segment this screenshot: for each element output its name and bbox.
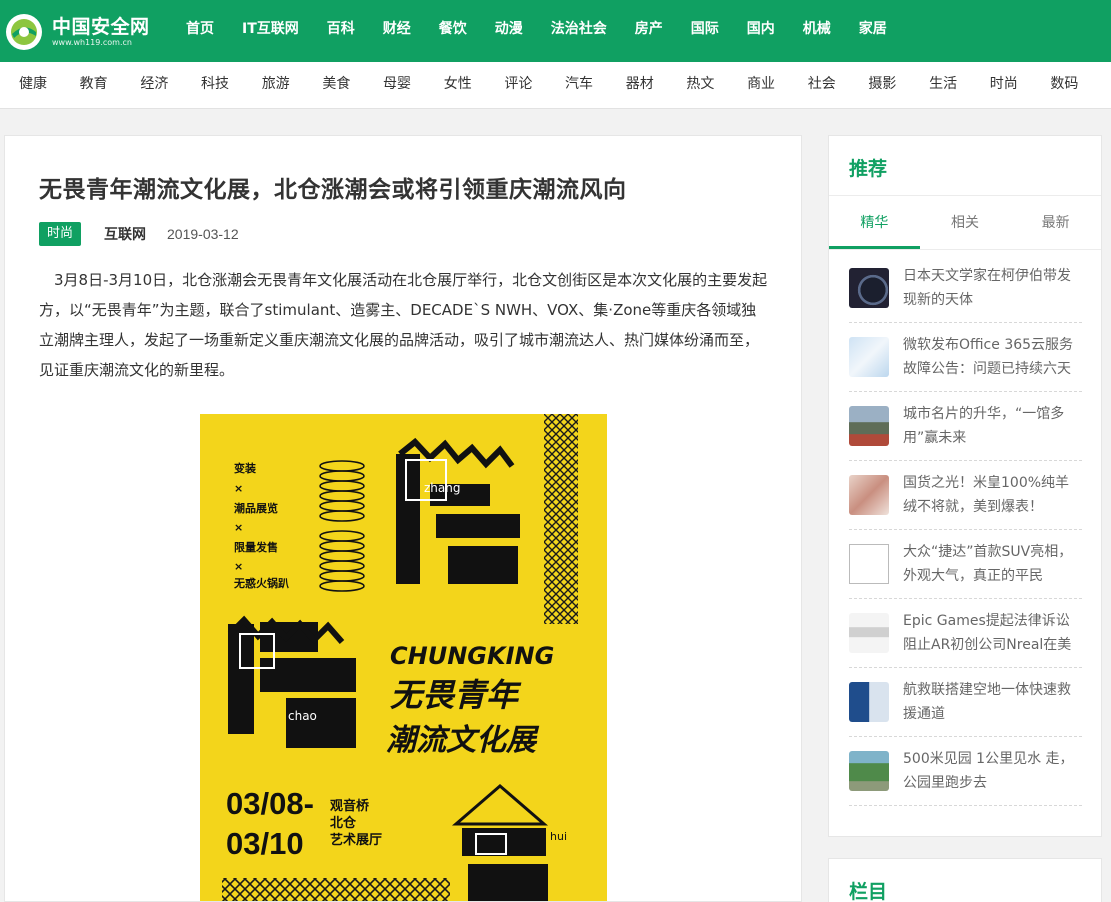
glasses-thumbnail[interactable]	[849, 613, 889, 653]
category-nav-item[interactable]: 社会	[808, 62, 869, 108]
sidebar-title: 栏目	[849, 881, 888, 902]
list-item-title[interactable]: 航救联搭建空地一体快速救援通道	[903, 678, 1082, 726]
article-body: 3月8日-3月10日，北仓涨潮会无畏青年文化展活动在北仓展厅举行，北仓文创街区是…	[39, 271, 768, 379]
main-nav: 首页 IT互联网 百科 财经 餐饮 动漫 法治社会 房产 国际 国内 机械 家居	[172, 0, 901, 62]
map-thumbnail[interactable]	[849, 337, 889, 377]
rescue-thumbnail[interactable]	[849, 682, 889, 722]
category-tag[interactable]: 时尚	[39, 222, 82, 246]
park-thumbnail[interactable]	[849, 751, 889, 791]
category-nav-item[interactable]: 摄影	[868, 62, 929, 108]
list-item[interactable]: 500米见园 1公里见水 走，公园里跑步去	[849, 737, 1082, 806]
logo-mark-icon	[6, 14, 42, 50]
main-nav-item[interactable]: 国内	[733, 0, 789, 62]
list-item[interactable]: 微软发布Office 365云服务故障公告：问题已持续六天	[849, 323, 1082, 392]
poster-list-item: 限量发售	[234, 540, 278, 554]
category-nav-item[interactable]: 女性	[444, 62, 505, 108]
category-nav-item[interactable]: 时尚	[990, 62, 1051, 108]
poster-list-item: ×	[234, 560, 243, 573]
main-nav-item[interactable]: 百科	[313, 0, 369, 62]
logo-text: 中国安全网	[52, 16, 150, 38]
list-item-title[interactable]: Epic Games提起法律诉讼阻止AR初创公司Nreal在美	[903, 609, 1082, 657]
article-meta: 时尚 互联网 2019-03-12	[39, 222, 239, 246]
poster-pinyin-chao: chao	[288, 709, 317, 723]
category-nav-item[interactable]: 生活	[929, 62, 990, 108]
sidebar-tabs: 精华 相关 最新	[829, 196, 1101, 250]
category-nav-item[interactable]: 评论	[504, 62, 565, 108]
article-date: 2019-03-12	[167, 226, 239, 242]
list-item-title[interactable]: 城市名片的升华，“一馆多用”赢未来	[903, 402, 1082, 450]
list-item[interactable]: 航救联搭建空地一体快速救援通道	[849, 668, 1082, 737]
poster-headline-2: 潮流文化展	[386, 723, 540, 758]
category-nav-item[interactable]: 经济	[140, 62, 201, 108]
building-thumbnail[interactable]	[849, 406, 889, 446]
site-logo[interactable]: 中国安全网 www.wh119.com.cn	[4, 8, 154, 54]
category-nav-item[interactable]: 美食	[322, 62, 383, 108]
list-item[interactable]: 日本天文学家在柯伊伯带发现新的天体	[849, 254, 1082, 323]
top-header: 中国安全网 www.wh119.com.cn 首页 IT互联网 百科 财经 餐饮…	[0, 0, 1111, 62]
category-nav-item[interactable]: 旅游	[262, 62, 323, 108]
poster-list-item: ×	[234, 521, 243, 534]
main-nav-item[interactable]: 家居	[845, 0, 901, 62]
logo-url: www.wh119.com.cn	[52, 38, 132, 47]
fabric-thumbnail[interactable]	[849, 475, 889, 515]
poster-list-item: 潮品展览	[234, 501, 278, 515]
category-nav-item[interactable]: 数码	[1050, 62, 1111, 108]
article-panel: 无畏青年潮流文化展，北仓涨潮会或将引领重庆潮流风向 时尚 互联网 2019-03…	[4, 135, 802, 902]
poster-date-end: 03/10	[226, 826, 304, 861]
main-nav-item[interactable]: 国际	[677, 0, 733, 62]
list-item-title[interactable]: 500米见园 1公里见水 走，公园里跑步去	[903, 747, 1082, 795]
main-nav-item[interactable]: 动漫	[481, 0, 537, 62]
poster-list-item: 无惑火锅趴	[233, 576, 289, 590]
category-nav-item[interactable]: 健康	[19, 62, 80, 108]
poster-venue: 北仓	[330, 815, 357, 831]
columns-sidebar: 栏目	[828, 858, 1102, 902]
poster-hatch-bottom	[222, 878, 450, 901]
main-nav-item[interactable]: 法治社会	[537, 0, 621, 62]
list-item[interactable]: Epic Games提起法律诉讼阻止AR初创公司Nreal在美	[849, 599, 1082, 668]
category-nav: 健康 教育 经济 科技 旅游 美食 母婴 女性 评论 汽车 器材 热文 商业 社…	[0, 62, 1111, 109]
main-nav-item[interactable]: 机械	[789, 0, 845, 62]
category-nav-item[interactable]: 热文	[686, 62, 747, 108]
poster-pinyin-hui: hui	[550, 830, 567, 843]
main-nav-item[interactable]: 房产	[621, 0, 677, 62]
event-poster: 变装 × 潮品展览 × 限量发售 × 无惑火锅趴 zhang chao CHUN…	[200, 414, 607, 901]
main-nav-item[interactable]: IT互联网	[228, 0, 313, 62]
poster-hatch-strip	[544, 414, 578, 624]
category-nav-item[interactable]: 器材	[626, 62, 687, 108]
category-nav-item[interactable]: 母婴	[383, 62, 444, 108]
space-thumbnail[interactable]	[849, 268, 889, 308]
category-nav-item[interactable]: 汽车	[565, 62, 626, 108]
tab-latest[interactable]: 最新	[1010, 196, 1101, 249]
broken-image-icon[interactable]	[849, 544, 889, 584]
poster-date-start: 03/08-	[226, 786, 314, 821]
list-item[interactable]: 大众“捷达”首款SUV亮相，外观大气，真正的平民	[849, 530, 1082, 599]
list-item-title[interactable]: 微软发布Office 365云服务故障公告：问题已持续六天	[903, 333, 1082, 381]
list-item-title[interactable]: 大众“捷达”首款SUV亮相，外观大气，真正的平民	[903, 540, 1082, 588]
list-item-title[interactable]: 国货之光！米皇100%纯羊绒不将就，美到爆表！	[903, 471, 1082, 519]
poster-list-item: 变装	[234, 461, 256, 475]
article-source: 互联网	[104, 227, 147, 243]
list-item-title[interactable]: 日本天文学家在柯伊伯带发现新的天体	[903, 264, 1082, 312]
category-nav-item[interactable]: 科技	[201, 62, 262, 108]
tab-related[interactable]: 相关	[920, 196, 1011, 249]
category-nav-item[interactable]: 教育	[80, 62, 141, 108]
list-item[interactable]: 城市名片的升华，“一馆多用”赢未来	[849, 392, 1082, 461]
poster-headline-1: 无畏青年	[390, 676, 522, 714]
poster-chao-glyph	[227, 615, 356, 748]
poster-pinyin-zhang: zhang	[424, 481, 460, 495]
main-nav-item[interactable]: 首页	[172, 0, 228, 62]
article-title: 无畏青年潮流文化展，北仓涨潮会或将引领重庆潮流风向	[39, 177, 627, 203]
sidebar-title: 推荐	[849, 158, 888, 180]
main-nav-item[interactable]: 餐饮	[425, 0, 481, 62]
recommend-sidebar: 推荐 精华 相关 最新 日本天文学家在柯伊伯带发现新的天体 微软发布Office…	[828, 135, 1102, 837]
poster-city-en: CHUNGKING	[390, 642, 554, 670]
poster-venue: 观音桥	[330, 798, 370, 814]
poster-venue: 艺术展厅	[330, 832, 382, 848]
category-nav-item[interactable]: 商业	[747, 62, 808, 108]
recommend-list: 日本天文学家在柯伊伯带发现新的天体 微软发布Office 365云服务故障公告：…	[849, 254, 1082, 806]
tab-featured[interactable]: 精华	[829, 196, 920, 249]
poster-list-item: ×	[234, 482, 243, 495]
main-nav-item[interactable]: 财经	[369, 0, 425, 62]
list-item[interactable]: 国货之光！米皇100%纯羊绒不将就，美到爆表！	[849, 461, 1082, 530]
